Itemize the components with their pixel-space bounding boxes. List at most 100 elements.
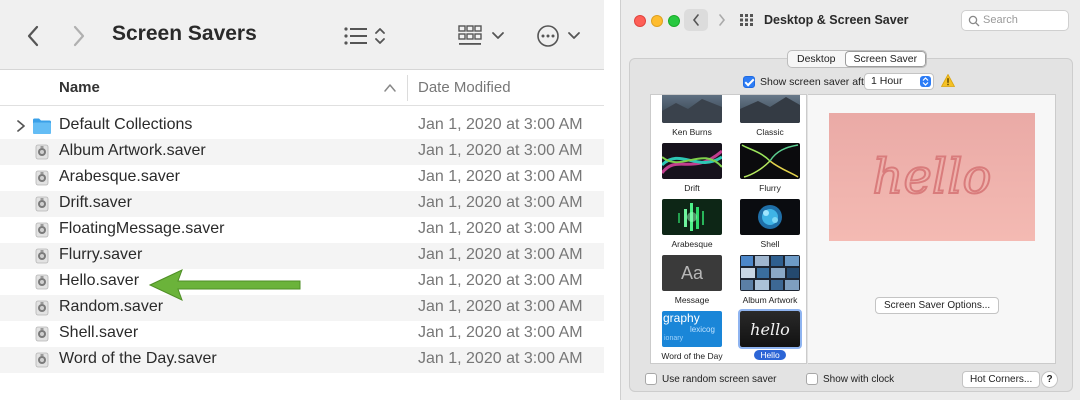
close-window-button[interactable]: [634, 15, 646, 27]
album-artwork-thumbnail: [740, 255, 800, 291]
module-label: Message: [674, 295, 710, 305]
arrow-shape: [148, 269, 301, 301]
random-checkbox[interactable]: [645, 373, 657, 385]
message-thumbnail-text: Aa: [680, 262, 704, 283]
module-arabesque[interactable]: Arabesque: [659, 199, 725, 249]
module-label: Shell: [760, 239, 780, 249]
file-name: FloatingMessage.saver: [59, 220, 225, 237]
file-row[interactable]: FloatingMessage.saver Jan 1, 2020 at 3:00…: [0, 217, 604, 243]
show-after-value: 1 Hour: [871, 75, 903, 87]
module-drift[interactable]: Drift: [659, 143, 725, 193]
file-row[interactable]: Drift.saver Jan 1, 2020 at 3:00 AM: [0, 191, 604, 217]
screen-saver-file-icon: [32, 325, 52, 343]
ellipsis-circle-icon: [537, 25, 580, 47]
screen-saver-file-icon: [32, 273, 52, 291]
file-date: Jan 1, 2020 at 3:00 AM: [418, 246, 583, 263]
show-all-grid-icon[interactable]: [740, 14, 754, 26]
screen-saver-preview: hello: [829, 113, 1035, 241]
file-name: Drift.saver: [59, 194, 132, 211]
file-row[interactable]: Word of the Day.saver Jan 1, 2020 at 3:00…: [0, 347, 604, 373]
message-thumbnail: Aa: [662, 255, 722, 291]
module-message[interactable]: Aa Message: [659, 255, 725, 305]
folder-icon: [32, 117, 52, 135]
date-column-header[interactable]: Date Modified: [418, 79, 511, 96]
hello-thumbnail-text: hello: [750, 319, 790, 339]
name-column-header[interactable]: Name: [59, 79, 100, 96]
warning-icon[interactable]: [941, 74, 955, 87]
file-date: Jan 1, 2020 at 3:00 AM: [418, 272, 583, 289]
module-label-selected: Hello: [754, 350, 786, 360]
column-header: Name Date Modified: [0, 70, 604, 106]
module-ken-burns[interactable]: Ken Burns: [659, 95, 725, 137]
forward-button[interactable]: [64, 20, 94, 52]
back-button[interactable]: [18, 20, 48, 52]
screen-saver-list: Ken Burns Classic Drift Flurry Arabesque…: [650, 94, 807, 364]
screen-saver-file-icon: [32, 299, 52, 317]
screen-saver-options-button[interactable]: Screen Saver Options...: [875, 297, 1000, 314]
file-name: Album Artwork.saver: [59, 142, 206, 159]
show-after-popup[interactable]: 1 Hour: [864, 73, 934, 90]
module-hello[interactable]: hello Hello: [737, 309, 803, 360]
module-word-of-the-day[interactable]: graphy lexicog ionary Word of the Day: [659, 311, 725, 361]
screen-saver-file-icon: [32, 169, 52, 187]
prefs-forward-button[interactable]: [712, 9, 732, 31]
module-label: Classic: [756, 127, 784, 137]
show-after-label: Show screen saver after: [760, 76, 874, 88]
clock-label: Show with clock: [823, 373, 895, 385]
clock-checkbox[interactable]: [806, 373, 818, 385]
group-icon: [458, 25, 504, 45]
screen-saver-file-icon: [32, 247, 52, 265]
show-after-row: Show screen saver after: [743, 74, 873, 90]
group-button[interactable]: [456, 20, 514, 52]
tab-control: Desktop Screen Saver: [787, 50, 928, 68]
show-after-checkbox[interactable]: [743, 76, 755, 88]
file-row[interactable]: Flurry.saver Jan 1, 2020 at 3:00 AM: [0, 243, 604, 269]
screen-saver-file-icon: [32, 195, 52, 213]
screen-saver-file-icon: [32, 143, 52, 161]
more-actions-button[interactable]: [533, 18, 583, 54]
shell-thumbnail: [740, 199, 800, 235]
finder-toolbar: Screen Savers: [0, 0, 604, 70]
file-date: Jan 1, 2020 at 3:00 AM: [418, 220, 583, 237]
module-classic[interactable]: Classic: [737, 95, 803, 137]
module-flurry[interactable]: Flurry: [737, 143, 803, 193]
file-row[interactable]: Album Artwork.saver Jan 1, 2020 at 3:00 A…: [0, 139, 604, 165]
file-row[interactable]: Shell.saver Jan 1, 2020 at 3:00 AM: [0, 321, 604, 347]
chevron-right-icon: [73, 25, 85, 47]
file-date: Jan 1, 2020 at 3:00 AM: [418, 142, 583, 159]
window-title: Screen Savers: [112, 22, 257, 45]
word-of-the-day-thumbnail: graphy lexicog ionary: [662, 311, 722, 347]
hot-corners-button[interactable]: Hot Corners...: [962, 371, 1041, 388]
module-shell[interactable]: Shell: [737, 199, 803, 249]
chevron-left-icon: [27, 25, 39, 47]
prefs-back-button[interactable]: [684, 9, 708, 31]
prefs-title: Desktop & Screen Saver: [764, 13, 909, 27]
tab-desktop[interactable]: Desktop: [788, 51, 845, 67]
disclosure-triangle-icon[interactable]: [15, 118, 27, 134]
column-divider[interactable]: [407, 75, 408, 101]
module-label: Arabesque: [671, 239, 713, 249]
random-row: Use random screen saver: [645, 373, 777, 385]
minimize-window-button[interactable]: [651, 15, 663, 27]
preview-hello-text: hello: [873, 149, 992, 205]
folder-row[interactable]: Default Collections Jan 1, 2020 at 3:00 A…: [0, 113, 604, 139]
file-row[interactable]: Arabesque.saver Jan 1, 2020 at 3:00 AM: [0, 165, 604, 191]
module-label: Ken Burns: [672, 127, 712, 137]
search-field[interactable]: Search: [961, 10, 1069, 31]
list-view-button[interactable]: [340, 20, 396, 52]
tab-screen-saver[interactable]: Screen Saver: [844, 51, 927, 67]
sort-ascending-icon[interactable]: [383, 81, 397, 95]
help-button[interactable]: ?: [1041, 371, 1058, 388]
file-date: Jan 1, 2020 at 3:00 AM: [418, 298, 583, 315]
file-date: Jan 1, 2020 at 3:00 AM: [418, 324, 583, 341]
flurry-thumbnail: [740, 143, 800, 179]
file-name: Shell.saver: [59, 324, 139, 341]
word-thumbnail-small-2: ionary: [664, 335, 684, 342]
arrow-annotation: [148, 269, 301, 301]
file-date: Jan 1, 2020 at 3:00 AM: [418, 168, 583, 185]
finder-window: Screen Savers Name Date Modified Default…: [0, 0, 604, 374]
module-album-artwork[interactable]: Album Artwork: [737, 255, 803, 305]
zoom-window-button[interactable]: [668, 15, 680, 27]
search-icon: [968, 15, 980, 27]
preview-area: hello Screen Saver Options...: [808, 94, 1056, 364]
